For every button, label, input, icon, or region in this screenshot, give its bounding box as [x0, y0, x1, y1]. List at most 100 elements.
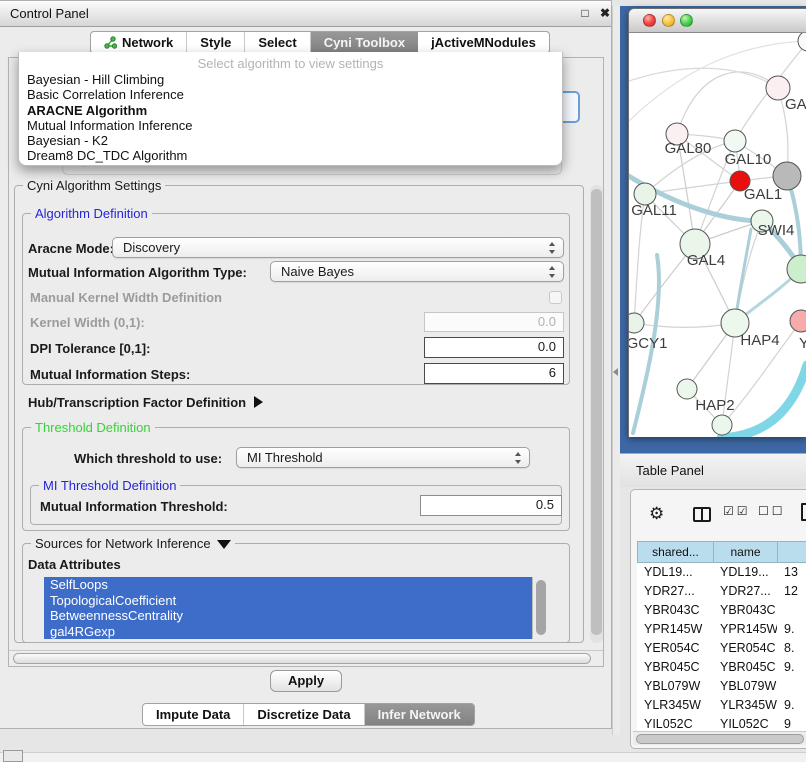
- network-edge: [634, 323, 735, 328]
- settings-vertical-scrollbar[interactable]: [590, 185, 603, 643]
- column-header-clipped[interactable]: [777, 541, 806, 563]
- apply-button[interactable]: Apply: [270, 670, 342, 692]
- table-horizontal-scrollbar-thumb[interactable]: [636, 734, 804, 744]
- network-node[interactable]: [773, 162, 801, 190]
- cyni-bottom-tabs: Impute DataDiscretize Data Infer Network: [142, 703, 475, 726]
- tab-network[interactable]: Network: [91, 32, 187, 53]
- settings-horizontal-scrollbar[interactable]: [9, 650, 603, 666]
- tab-cyni-toolbox[interactable]: Cyni Toolbox: [311, 32, 418, 53]
- aracne-mode-select[interactable]: Discovery: [112, 237, 564, 258]
- table-cell: YBR045C: [713, 658, 777, 677]
- settings-horizontal-scrollbar-thumb[interactable]: [13, 653, 591, 664]
- network-canvas[interactable]: GALGAL80GAL10GAL1GAL11SWI4GAL4GCY1HAP4YH…: [629, 33, 806, 437]
- mini-panel-box: [3, 750, 23, 762]
- algorithm-option-dream8-dc-tdc-algorithm[interactable]: Dream8 DC_TDC Algorithm: [19, 148, 562, 163]
- table-row[interactable]: YDL19...YDL19...13: [637, 563, 806, 582]
- hub-section-label: Hub/Transcription Factor Definition: [28, 395, 246, 410]
- document-icon[interactable]: [801, 503, 806, 521]
- network-edge: [629, 68, 778, 88]
- divider-collapse-icon[interactable]: [613, 368, 618, 376]
- tab-jactivemnodules[interactable]: jActiveMNodules: [418, 32, 549, 53]
- network-icon: [104, 36, 117, 49]
- table-cell: YLR345W: [637, 696, 713, 715]
- network-node-label: GAL11: [631, 202, 677, 219]
- table-row[interactable]: YIL052CYIL052C9: [637, 715, 806, 731]
- minimize-traffic-icon[interactable]: [662, 14, 675, 27]
- network-node[interactable]: [712, 415, 732, 435]
- collapsed-arrow-icon: [254, 396, 263, 408]
- algorithm-option-aracne-algorithm[interactable]: ARACNE Algorithm: [19, 103, 562, 118]
- tab-label: Infer Network: [378, 707, 461, 722]
- algorithm-option-basic-correlation-inference[interactable]: Basic Correlation Inference: [19, 87, 562, 102]
- zoom-traffic-icon[interactable]: [680, 14, 693, 27]
- attributes-scrollbar-thumb[interactable]: [536, 580, 546, 635]
- table-cell: 13: [777, 563, 806, 582]
- mi-threshold-field[interactable]: 0.5: [420, 495, 562, 516]
- network-node-y[interactable]: [790, 310, 806, 332]
- attribute-item-betweennesscentrality[interactable]: BetweennessCentrality: [44, 608, 548, 624]
- table-row[interactable]: YPR145WYPR145W9.: [637, 620, 806, 639]
- gear-icon[interactable]: ⚙: [649, 504, 664, 524]
- table-horizontal-scrollbar[interactable]: [633, 731, 806, 745]
- show-columns-icon[interactable]: ☑☑: [723, 504, 751, 518]
- column-header-name[interactable]: name: [713, 541, 777, 563]
- dpi-tolerance-label: DPI Tolerance [0,1]:: [30, 341, 150, 357]
- algorithm-dropdown-popup: Select algorithm to view settings Bayesi…: [18, 52, 563, 166]
- algorithm-definition-label: Algorithm Definition: [31, 206, 152, 221]
- mi-type-label: Mutual Information Algorithm Type:: [28, 265, 247, 281]
- table-cell: 8.: [777, 639, 806, 658]
- attribute-item-selfloops[interactable]: SelfLoops: [44, 577, 548, 593]
- mi-steps-field[interactable]: 6: [424, 363, 564, 384]
- tab-impute-data[interactable]: Impute Data: [143, 704, 244, 725]
- mi-type-select[interactable]: Naive Bayes: [270, 261, 564, 282]
- table-row[interactable]: YER054CYER054C8.: [637, 639, 806, 658]
- manual-kernel-checkbox[interactable]: [549, 291, 562, 304]
- split-view-icon[interactable]: [693, 507, 711, 522]
- table-row[interactable]: YBR045CYBR045C9.: [637, 658, 806, 677]
- tab-infer-network[interactable]: Infer Network: [365, 704, 474, 725]
- hub-section-toggle[interactable]: Hub/Transcription Factor Definition: [28, 395, 263, 411]
- table-row[interactable]: YBR043CYBR043C: [637, 601, 806, 620]
- attributes-scrollbar[interactable]: [532, 577, 548, 639]
- tab-style[interactable]: Style: [187, 32, 245, 53]
- table-row[interactable]: YDR27...YDR27...12: [637, 582, 806, 601]
- which-threshold-select[interactable]: MI Threshold: [236, 447, 530, 468]
- table-cell: 9.: [777, 620, 806, 639]
- network-node-label: Y: [799, 335, 806, 352]
- attribute-item-topologicalcoefficient[interactable]: TopologicalCoefficient: [44, 593, 548, 609]
- table-cell: YDL19...: [637, 563, 713, 582]
- sources-group-toggle[interactable]: Sources for Network Inference: [31, 536, 235, 551]
- table-row[interactable]: YBL079WYBL079W: [637, 677, 806, 696]
- dpi-tolerance-field[interactable]: 0.0: [424, 337, 564, 358]
- attribute-item-gal4rgexp[interactable]: gal4RGexp: [44, 624, 548, 640]
- network-window-titlebar[interactable]: [629, 9, 806, 33]
- network-node-label: HAP4: [740, 332, 779, 349]
- algorithm-option-bayesian-k2[interactable]: Bayesian - K2: [19, 133, 562, 148]
- settings-vertical-scrollbar-thumb[interactable]: [591, 189, 602, 635]
- network-node-label: GAL4: [687, 252, 725, 269]
- algorithm-option-mutual-information-inference[interactable]: Mutual Information Inference: [19, 118, 562, 133]
- algorithm-option-bayesian-hill-climbing[interactable]: Bayesian - Hill Climbing: [19, 72, 562, 87]
- network-node-gal10[interactable]: [724, 130, 746, 152]
- which-threshold-label: Which threshold to use:: [74, 451, 222, 467]
- network-node-hap2[interactable]: [677, 379, 697, 399]
- control-panel-title: Control Panel: [10, 1, 89, 26]
- network-view-window: GALGAL80GAL10GAL1GAL11SWI4GAL4GCY1HAP4YH…: [628, 8, 806, 437]
- column-header-shared[interactable]: shared...: [637, 541, 713, 563]
- data-attributes-list: SelfLoopsTopologicalCoefficientBetweenne…: [44, 577, 548, 639]
- tab-discretize-data[interactable]: Discretize Data: [244, 704, 364, 725]
- close-traffic-icon[interactable]: [643, 14, 656, 27]
- table-header-row: shared...name: [637, 541, 806, 563]
- table-cell: YLR345W: [713, 696, 777, 715]
- close-window-icon[interactable]: ✖: [597, 5, 613, 21]
- tab-label: jActiveMNodules: [431, 35, 536, 50]
- network-node-label: HAP2: [695, 397, 734, 414]
- network-node[interactable]: [798, 33, 806, 51]
- sources-group-label: Sources for Network Inference: [35, 536, 211, 551]
- table-cell: YDL19...: [713, 563, 777, 582]
- hide-columns-icon[interactable]: ☐☐: [758, 504, 786, 518]
- network-node-gcy1[interactable]: [629, 313, 644, 333]
- float-window-icon[interactable]: □: [577, 5, 593, 21]
- table-row[interactable]: YLR345WYLR345W9.: [637, 696, 806, 715]
- tab-select[interactable]: Select: [245, 32, 310, 53]
